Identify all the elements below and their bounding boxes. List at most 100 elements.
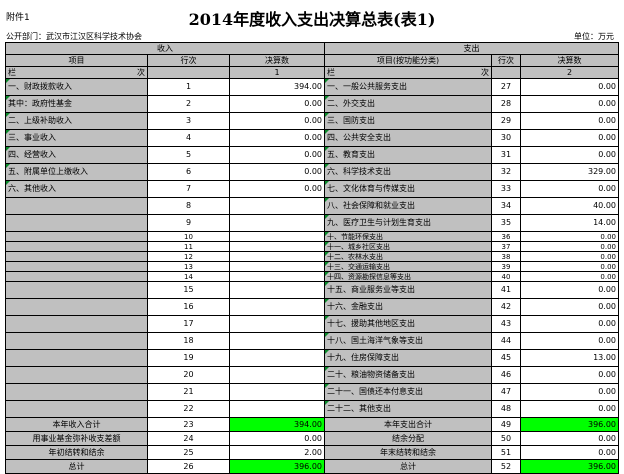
income-line-cell: 17	[147, 315, 230, 333]
income-item-cell: 总计	[5, 459, 148, 474]
income-item-cell	[5, 281, 148, 299]
col2-index: 2	[520, 66, 619, 79]
table-row: 一、财政拨款收入 1 394.00 一、一般公共服务支出 27 0.00	[5, 78, 619, 96]
index-blank	[147, 66, 230, 79]
expense-amount-cell: 0.00	[520, 366, 619, 384]
income-item-cell: 三、事业收入	[5, 129, 148, 147]
income-amount-cell: 0.00	[229, 146, 325, 164]
column-index-row: 栏次 1 栏次 2	[5, 66, 619, 79]
income-item-cell	[5, 400, 148, 418]
expense-amount-header: 决算数	[520, 54, 619, 67]
income-amount-cell	[229, 251, 325, 262]
expense-item-cell: 总计	[324, 459, 492, 474]
expense-amount-cell: 0.00	[520, 112, 619, 130]
income-item-cell	[5, 261, 148, 272]
income-line-cell: 13	[147, 261, 230, 272]
income-item-cell	[5, 251, 148, 262]
expense-item-cell: 十九、住房保障支出	[324, 349, 492, 367]
income-line-cell: 19	[147, 349, 230, 367]
income-amount-cell: 0.00	[229, 129, 325, 147]
expense-item-cell: 三、国防支出	[324, 112, 492, 130]
income-amount-cell	[229, 349, 325, 367]
expense-item-cell: 七、文化体育与传媒支出	[324, 180, 492, 198]
income-amount-header: 决算数	[229, 54, 325, 67]
expense-line-header: 行次	[491, 54, 521, 67]
expense-line-cell: 33	[491, 180, 521, 198]
table-row: 19 十九、住房保障支出 45 13.00	[5, 349, 619, 367]
income-amount-cell: 0.00	[229, 112, 325, 130]
income-line-cell: 25	[147, 445, 230, 460]
income-item-cell	[5, 315, 148, 333]
expense-line-cell: 37	[491, 241, 521, 252]
income-amount-cell: 0.00	[229, 431, 325, 446]
table-row: 三、事业收入 4 0.00 四、公共安全支出 30 0.00	[5, 129, 619, 147]
unit-label: 单位：万元	[574, 32, 614, 41]
expense-item-cell: 十四、资源勘探信息等支出	[324, 271, 492, 282]
expense-item-cell: 一、一般公共服务支出	[324, 78, 492, 96]
header: 附件1 2014年度收入支出决算总表(表1)	[0, 0, 624, 30]
expense-item-cell: 本年支出合计	[324, 417, 492, 432]
income-item-cell: 六、其他收入	[5, 180, 148, 198]
expense-line-cell: 40	[491, 271, 521, 282]
income-line-cell: 8	[147, 197, 230, 215]
expense-amount-cell: 40.00	[520, 197, 619, 215]
expense-amount-cell: 0.00	[520, 400, 619, 418]
income-item-cell	[5, 332, 148, 350]
table-row: 15 十五、商业服务业等支出 41 0.00	[5, 281, 619, 299]
row-label-a: 栏	[8, 67, 16, 77]
table-row: 21 二十一、国债还本付息支出 47 0.00	[5, 383, 619, 401]
income-item-cell	[5, 241, 148, 252]
income-amount-cell: 396.00	[229, 459, 325, 474]
column-header-row: 项目 行次 决算数 项目(按功能分类) 行次 决算数	[5, 54, 619, 67]
income-amount-cell	[229, 298, 325, 316]
income-amount-cell: 0.00	[229, 163, 325, 181]
income-item-header: 项目	[5, 54, 148, 67]
expense-item-cell: 二十、粮油物资储备支出	[324, 366, 492, 384]
total-row: 年初结转和结余 25 2.00 年末结转和结余 51 0.00	[5, 445, 619, 460]
budget-table: 收入 支出 项目 行次 决算数 项目(按功能分类) 行次 决算数 栏次 1 栏次…	[5, 42, 619, 474]
income-line-cell: 18	[147, 332, 230, 350]
income-item-cell: 其中：政府性基金	[5, 95, 148, 113]
income-item-cell	[5, 349, 148, 367]
table-row: 17 十七、援助其他地区支出 43 0.00	[5, 315, 619, 333]
income-line-header: 行次	[147, 54, 230, 67]
expense-amount-cell: 0.00	[520, 383, 619, 401]
income-line-cell: 1	[147, 78, 230, 96]
income-item-cell	[5, 231, 148, 242]
income-item-cell: 五、附属单位上缴收入	[5, 163, 148, 181]
income-amount-cell	[229, 315, 325, 333]
page-title: 2014年度收入支出决算总表(表1)	[188, 10, 436, 29]
table-row: 四、经营收入 5 0.00 五、教育支出 31 0.00	[5, 146, 619, 164]
income-item-cell: 四、经营收入	[5, 146, 148, 164]
income-line-cell: 7	[147, 180, 230, 198]
group-header-row: 收入 支出	[5, 42, 619, 55]
income-line-cell: 5	[147, 146, 230, 164]
income-item-cell	[5, 271, 148, 282]
expense-line-cell: 48	[491, 400, 521, 418]
income-item-cell: 本年收入合计	[5, 417, 148, 432]
expense-line-cell: 52	[491, 459, 521, 474]
income-line-cell: 12	[147, 251, 230, 262]
income-item-cell: 一、财政拨款收入	[5, 78, 148, 96]
expense-item-cell: 六、科学技术支出	[324, 163, 492, 181]
expense-amount-cell: 0.00	[520, 78, 619, 96]
expense-line-cell: 38	[491, 251, 521, 262]
expense-line-cell: 45	[491, 349, 521, 367]
income-amount-cell	[229, 281, 325, 299]
col1-index: 1	[229, 66, 325, 79]
table-row: 12 十二、农林水支出 38 0.00	[5, 251, 619, 262]
table-row: 8 八、社会保障和就业支出 34 40.00	[5, 197, 619, 215]
expense-item-header: 项目(按功能分类)	[324, 54, 492, 67]
expense-item-cell: 二、外交支出	[324, 95, 492, 113]
income-amount-cell: 0.00	[229, 95, 325, 113]
expense-amount-cell: 0.00	[520, 129, 619, 147]
income-line-cell: 16	[147, 298, 230, 316]
income-line-cell: 24	[147, 431, 230, 446]
income-item-cell	[5, 197, 148, 215]
row-label-cell-2: 栏次	[324, 66, 492, 79]
row-label-a-2: 栏	[327, 67, 335, 77]
income-line-cell: 3	[147, 112, 230, 130]
table-row: 16 十六、金融支出 42 0.00	[5, 298, 619, 316]
expense-line-cell: 39	[491, 261, 521, 272]
income-line-cell: 10	[147, 231, 230, 242]
